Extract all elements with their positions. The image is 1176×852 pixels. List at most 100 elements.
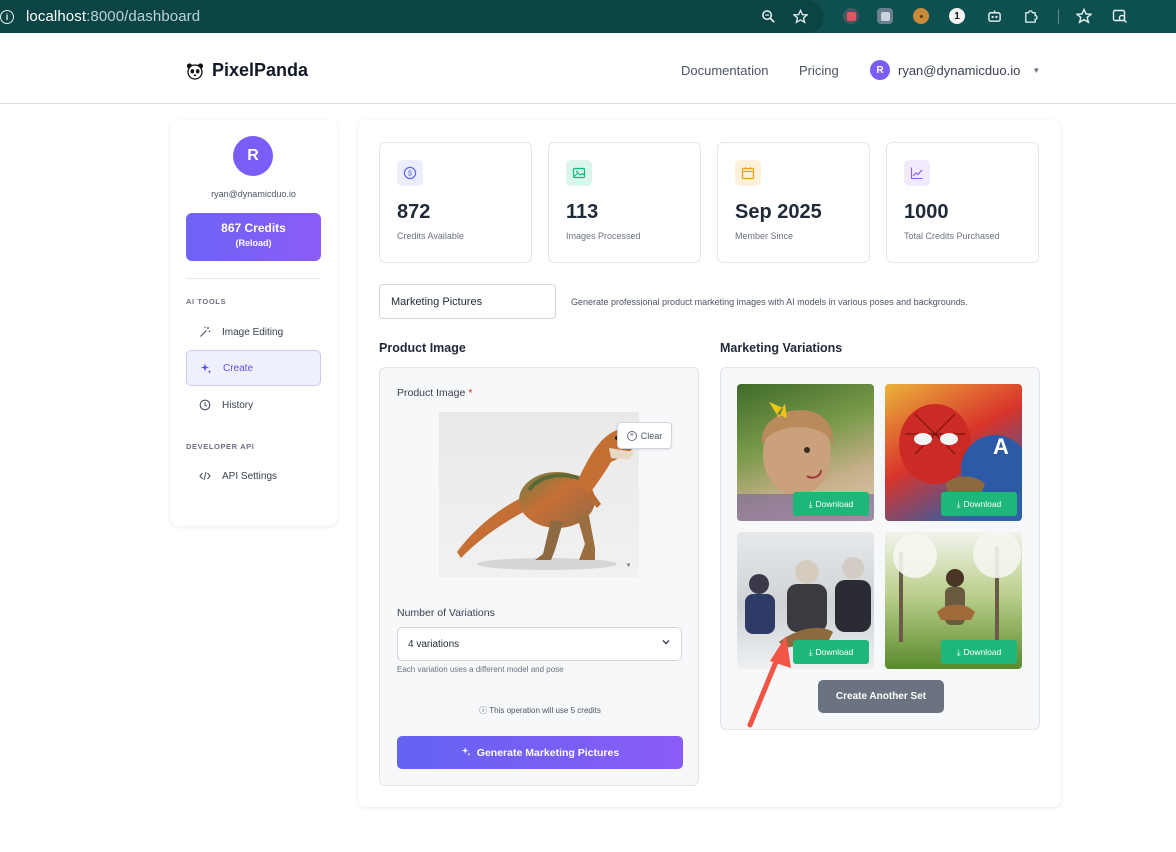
divider [186, 278, 321, 279]
logo[interactable]: PixelPanda [186, 60, 308, 81]
product-panel: Product Image * × Clear Number of Variat… [379, 367, 699, 786]
url-text[interactable]: localhost:8000/dashboard [26, 8, 200, 25]
tab-search-icon[interactable] [1112, 8, 1128, 24]
toolbar-separator [1058, 9, 1059, 24]
logo-text: PixelPanda [212, 60, 309, 80]
image-icon [566, 160, 592, 186]
section-developer-api: DEVELOPER API [186, 442, 255, 451]
reload-credits-button[interactable]: 867 Credits (Reload) [186, 213, 321, 261]
variations-label: Number of Variations [397, 607, 495, 619]
download-icon: ⤓ [956, 498, 961, 509]
clear-label: Clear [640, 430, 663, 441]
product-image-preview[interactable] [439, 412, 639, 577]
stat-value: Sep 2025 [735, 201, 822, 223]
stat-card-total-credits: 1000 Total Credits Purchased [886, 142, 1039, 263]
bookmark-star-icon[interactable] [1076, 8, 1092, 24]
user-menu[interactable]: R ryan@dynamicduo.io ▼ [870, 60, 1040, 80]
svg-text:A: A [993, 434, 1009, 459]
download-icon: ⤓ [956, 646, 961, 657]
main-panel: $ 872 Credits Available 113 Images Proce… [358, 120, 1061, 807]
variations-hint: Each variation uses a different model an… [397, 665, 564, 674]
download-button[interactable]: ⤓ Download [941, 640, 1017, 664]
chevron-down-icon [661, 637, 671, 650]
profile-avatar: R [233, 136, 273, 176]
stat-label: Images Processed [566, 231, 641, 241]
sidebar-item-api-settings[interactable]: API Settings [186, 458, 321, 494]
download-button[interactable]: ⤓ Download [793, 640, 869, 664]
generate-label: Generate Marketing Pictures [476, 746, 620, 759]
section-ai-tools: AI TOOLS [186, 297, 227, 306]
clear-image-button[interactable]: × Clear [617, 422, 672, 449]
password-manager-icon[interactable]: 1 [949, 8, 965, 24]
credits-label: 867 Credits [221, 221, 286, 235]
user-email: ryan@dynamicduo.io [898, 62, 1021, 78]
nav-documentation[interactable]: Documentation [681, 63, 768, 78]
stat-label: Member Since [735, 231, 794, 241]
tool-select[interactable]: Marketing Pictures [379, 284, 556, 319]
tool-description: Generate professional product marketing … [571, 297, 968, 307]
sidebar-item-label: Image Editing [222, 326, 284, 338]
variations-section-title: Marketing Variations [720, 341, 843, 355]
close-icon: × [626, 430, 637, 441]
download-button[interactable]: ⤓ Download [793, 492, 869, 516]
stat-card-member-since: Sep 2025 Member Since [717, 142, 870, 263]
extension-icon-1[interactable] [843, 8, 859, 24]
info-icon: ⓘ [479, 706, 488, 715]
variations-select[interactable]: 4 variations [397, 627, 682, 661]
sparkles-icon [199, 362, 213, 374]
puzzle-extension-icon[interactable] [877, 8, 893, 24]
clock-icon [198, 399, 212, 411]
browser-toolbar: i localhost:8000/dashboard 1 [0, 0, 1176, 33]
robot-extension-icon[interactable] [986, 8, 1002, 24]
generate-button[interactable]: Generate Marketing Pictures [397, 736, 683, 769]
sidebar-item-image-editing[interactable]: Image Editing [186, 314, 321, 350]
stat-label: Total Credits Purchased [904, 231, 1000, 241]
stat-card-images: 113 Images Processed [548, 142, 701, 263]
calendar-icon [735, 160, 761, 186]
required-mark: * [468, 387, 473, 399]
sidebar-item-label: History [222, 399, 254, 411]
sidebar-item-history[interactable]: History [186, 387, 321, 423]
panda-icon [186, 62, 204, 80]
variation-image-1[interactable]: ⤓ Download [737, 384, 874, 521]
download-icon: ⤓ [808, 498, 813, 509]
zoom-icon[interactable] [760, 8, 776, 24]
app-header: PixelPanda Documentation Pricing R ryan@… [0, 38, 1176, 104]
create-another-set-button[interactable]: Create Another Set [818, 680, 944, 713]
chevron-down-icon: ▼ [1032, 65, 1041, 75]
chart-line-icon [904, 160, 930, 186]
product-section-title: Product Image [379, 341, 466, 355]
variation-image-4[interactable]: ⤓ Download [885, 532, 1022, 669]
variation-image-2[interactable]: A ⤓ Download [885, 384, 1022, 521]
stat-card-credits: $ 872 Credits Available [379, 142, 532, 263]
stat-value: 1000 [904, 201, 949, 223]
stat-label: Credits Available [397, 231, 464, 241]
sidebar-item-label: Create [223, 362, 254, 374]
magic-wand-icon [198, 326, 212, 338]
sidebar-item-label: API Settings [222, 470, 278, 482]
variations-panel: ⤓ Download A ⤓ Download ⤓ Download ⤓ Dow… [720, 367, 1040, 730]
stat-value: 872 [397, 201, 431, 223]
profile-email: ryan@dynamicduo.io [211, 189, 296, 199]
star-icon[interactable] [792, 8, 808, 24]
sidebar: R ryan@dynamicduo.io 867 Credits (Reload… [170, 120, 337, 526]
sparkles-icon [461, 746, 471, 759]
reload-label: (Reload) [235, 238, 272, 248]
cookie-extension-icon[interactable] [913, 8, 929, 24]
variations-selected-value: 4 variations [408, 639, 460, 650]
code-icon [198, 470, 212, 482]
cost-note: ⓘ This operation will use 5 credits [479, 706, 601, 715]
nav-pricing[interactable]: Pricing [799, 63, 839, 78]
download-button[interactable]: ⤓ Download [941, 492, 1017, 516]
dollar-coin-icon: $ [397, 160, 423, 186]
info-icon[interactable]: i [0, 9, 14, 24]
product-image-label: Product Image * [397, 387, 473, 399]
address-bar[interactable]: i localhost:8000/dashboard [0, 0, 824, 33]
sidebar-item-create[interactable]: Create [186, 350, 321, 386]
variation-image-3[interactable]: ⤓ Download [737, 532, 874, 669]
extensions-puzzle-icon[interactable] [1022, 8, 1038, 24]
stat-value: 113 [566, 201, 599, 223]
download-icon: ⤓ [808, 646, 813, 657]
avatar: R [870, 60, 890, 80]
svg-text:$: $ [408, 171, 412, 178]
